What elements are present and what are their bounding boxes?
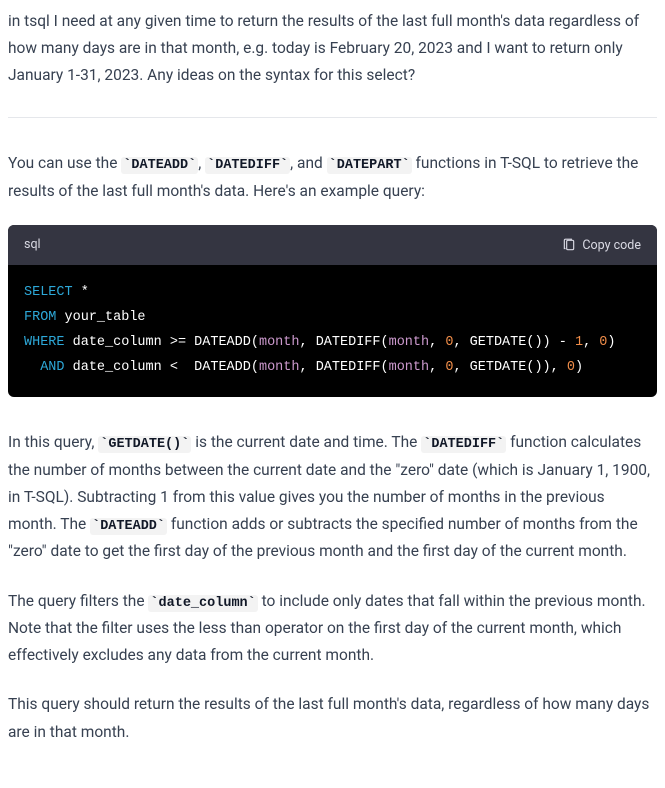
answer-paragraph-1: In this query, `GETDATE()` is the curren… [8, 429, 657, 566]
inline-code: `DATEDIFF` [421, 436, 506, 453]
answer-paragraph-3-text: This query should return the results of … [8, 695, 649, 740]
inline-code: `GETDATE()` [98, 436, 191, 453]
inline-code: `date_column` [148, 595, 257, 612]
copy-code-label: Copy code [582, 238, 641, 253]
question-text: in tsql I need at any given time to retu… [8, 12, 639, 84]
question-block: in tsql I need at any given time to retu… [8, 8, 657, 118]
answer-paragraph-3: This query should return the results of … [8, 691, 657, 745]
copy-code-button[interactable]: Copy code [562, 238, 641, 253]
inline-code: `DATEADD` [121, 157, 198, 174]
code-block: sql Copy code SELECT * FROM your_table W… [8, 225, 657, 397]
clipboard-icon [562, 238, 576, 252]
answer-intro: You can use the `DATEADD`, `DATEDIFF`, a… [8, 150, 657, 205]
inline-code: `DATEADD` [90, 518, 167, 535]
inline-code: `DATEDIFF` [205, 157, 290, 174]
code-header: sql Copy code [8, 225, 657, 265]
inline-code: `DATEPART` [327, 157, 412, 174]
code-language-label: sql [24, 234, 41, 256]
code-content: SELECT * FROM your_table WHERE date_colu… [8, 265, 657, 397]
answer-paragraph-2: The query filters the `date_column` to i… [8, 588, 657, 670]
